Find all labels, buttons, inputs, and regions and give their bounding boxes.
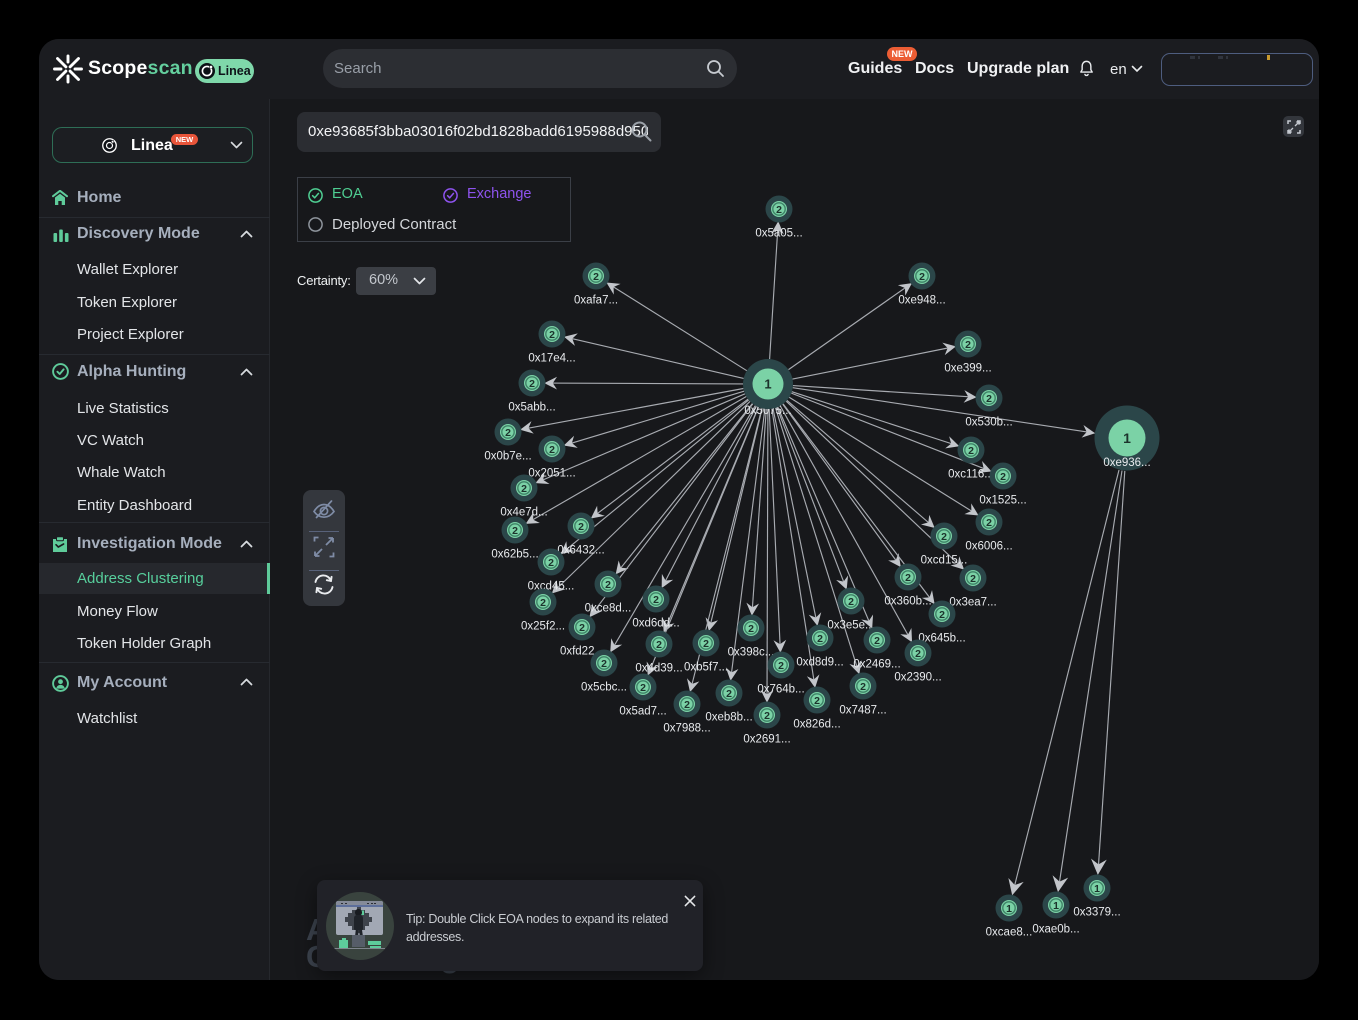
svg-text:2: 2: [549, 444, 555, 456]
svg-text:0x826d...: 0x826d...: [793, 719, 840, 731]
svg-text:0x4e7d...: 0x4e7d...: [500, 507, 547, 519]
svg-text:2: 2: [605, 579, 611, 591]
svg-text:2: 2: [505, 427, 511, 439]
svg-text:2: 2: [874, 635, 880, 647]
svg-text:2: 2: [814, 695, 820, 707]
svg-text:2: 2: [684, 699, 690, 711]
svg-text:2: 2: [860, 681, 866, 693]
svg-text:0xc116...: 0xc116...: [948, 469, 994, 481]
svg-text:2: 2: [578, 521, 584, 533]
svg-text:0xb5f7...: 0xb5f7...: [684, 662, 728, 674]
svg-text:0xe936...: 0xe936...: [1103, 457, 1150, 469]
svg-text:2: 2: [776, 204, 782, 216]
svg-text:0xcd15...: 0xcd15...: [921, 555, 968, 567]
svg-text:0x0b7e...: 0x0b7e...: [484, 451, 531, 463]
svg-text:2: 2: [941, 531, 947, 543]
svg-text:0x4d39...: 0x4d39...: [635, 663, 682, 675]
svg-text:2: 2: [703, 638, 709, 650]
svg-text:0x398c...: 0x398c...: [728, 647, 775, 659]
svg-text:2: 2: [726, 688, 732, 700]
svg-text:0x3ea7...: 0x3ea7...: [949, 597, 996, 609]
svg-text:1: 1: [1094, 883, 1100, 895]
svg-text:1: 1: [1053, 900, 1059, 912]
svg-text:0xcd45...: 0xcd45...: [528, 581, 575, 593]
svg-text:1: 1: [764, 377, 771, 392]
svg-text:2: 2: [653, 594, 659, 606]
svg-text:2: 2: [965, 339, 971, 351]
svg-text:0xafa7...: 0xafa7...: [574, 295, 618, 307]
svg-text:2: 2: [915, 648, 921, 660]
svg-text:0x5cbc...: 0x5cbc...: [581, 682, 627, 694]
svg-text:1: 1: [1006, 903, 1012, 915]
svg-text:2: 2: [968, 445, 974, 457]
svg-text:2: 2: [919, 271, 925, 283]
svg-text:0x17e4...: 0x17e4...: [528, 353, 575, 365]
svg-text:0xd8d9...: 0xd8d9...: [796, 657, 843, 669]
svg-text:2: 2: [529, 378, 535, 390]
svg-text:0xae0b...: 0xae0b...: [1032, 924, 1079, 936]
svg-text:0x2469...: 0x2469...: [853, 659, 900, 671]
svg-text:2: 2: [817, 633, 823, 645]
svg-text:2: 2: [905, 572, 911, 584]
svg-text:0xce8d...: 0xce8d...: [585, 603, 632, 615]
svg-text:0x5ad7...: 0x5ad7...: [619, 706, 666, 718]
svg-text:0xe948...: 0xe948...: [898, 295, 945, 307]
svg-text:2: 2: [521, 483, 527, 495]
svg-text:0x5a05...: 0x5a05...: [755, 228, 802, 240]
svg-text:2: 2: [512, 525, 518, 537]
svg-text:2: 2: [748, 623, 754, 635]
svg-text:2: 2: [540, 597, 546, 609]
svg-text:2: 2: [593, 271, 599, 283]
svg-text:0x2691...: 0x2691...: [743, 734, 790, 746]
svg-text:0x764b...: 0x764b...: [757, 684, 804, 696]
svg-text:0x530b...: 0x530b...: [965, 417, 1012, 429]
svg-text:2: 2: [548, 557, 554, 569]
svg-text:0x7988...: 0x7988...: [663, 723, 710, 735]
svg-text:0x62b5...: 0x62b5...: [491, 549, 538, 561]
svg-text:2: 2: [549, 329, 555, 341]
svg-text:2: 2: [778, 660, 784, 672]
svg-text:1: 1: [1123, 430, 1131, 446]
svg-text:0x6432...: 0x6432...: [557, 545, 604, 557]
svg-text:0x25f2...: 0x25f2...: [521, 621, 565, 633]
svg-text:2: 2: [764, 710, 770, 722]
svg-text:2: 2: [579, 622, 585, 634]
svg-text:0x2051...: 0x2051...: [528, 468, 575, 480]
svg-text:0x2390...: 0x2390...: [894, 672, 941, 684]
svg-text:0x1525...: 0x1525...: [979, 495, 1026, 507]
svg-text:2: 2: [640, 682, 646, 694]
svg-text:2: 2: [1000, 471, 1006, 483]
svg-text:0x360b...: 0x360b...: [884, 596, 931, 608]
svg-text:2: 2: [986, 517, 992, 529]
svg-text:0xe399...: 0xe399...: [944, 363, 991, 375]
svg-text:0xeb8b...: 0xeb8b...: [705, 712, 752, 724]
svg-text:0x3379...: 0x3379...: [1073, 907, 1120, 919]
svg-text:2: 2: [848, 596, 854, 608]
svg-text:0x7487...: 0x7487...: [839, 705, 886, 717]
svg-text:0x5abb...: 0x5abb...: [508, 402, 555, 414]
svg-text:2: 2: [970, 573, 976, 585]
svg-text:2: 2: [939, 609, 945, 621]
svg-text:0xd6dd...: 0xd6dd...: [632, 618, 679, 630]
svg-text:0x6006...: 0x6006...: [965, 541, 1012, 553]
svg-text:0xcae8...: 0xcae8...: [986, 927, 1033, 939]
svg-text:0x3e5e...: 0x3e5e...: [827, 620, 874, 632]
svg-text:2: 2: [656, 639, 662, 651]
svg-text:2: 2: [986, 393, 992, 405]
svg-text:2: 2: [601, 658, 607, 670]
